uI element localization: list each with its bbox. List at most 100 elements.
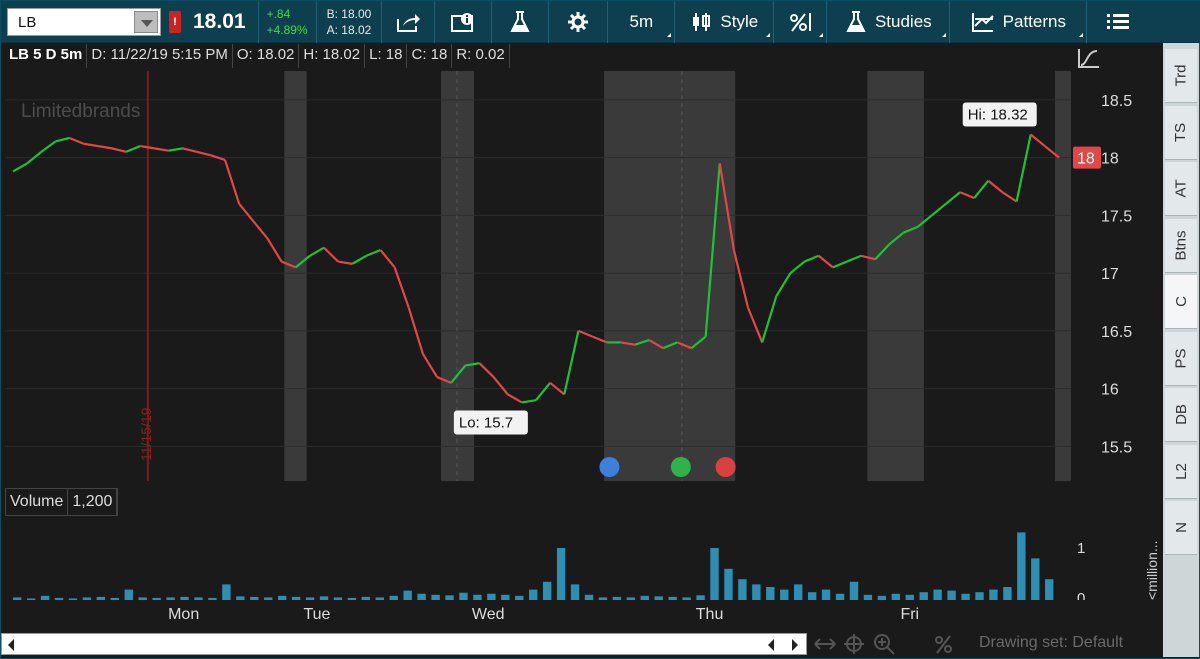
scroll-prev-icon[interactable]	[768, 639, 774, 651]
volume-bar	[640, 595, 649, 600]
price-bar	[323, 246, 339, 263]
volume-bar	[1003, 587, 1012, 600]
price-bar	[365, 248, 381, 257]
sidebar-tab-l2[interactable]: L2	[1165, 444, 1197, 499]
price-bar	[40, 140, 57, 153]
volume-bar	[389, 595, 398, 600]
volume-chart[interactable]	[5, 516, 1071, 600]
sidebar-tab-c[interactable]: C	[1165, 275, 1197, 329]
sidebar-tab-ts[interactable]: TS	[1165, 105, 1197, 160]
symbol-input[interactable]: LB	[7, 7, 161, 36]
sidebar-tab-label: C	[1172, 296, 1190, 307]
volume-bar	[68, 598, 78, 600]
ask-value: A: 18.02	[326, 22, 372, 37]
volume-label: Volume	[6, 489, 69, 515]
expand-width-icon[interactable]	[813, 635, 837, 653]
volume-bar	[584, 594, 594, 600]
info-button[interactable]	[435, 1, 491, 43]
net-change: +.84 +4.89%	[259, 6, 316, 38]
volume-bar	[752, 584, 761, 600]
patterns-button[interactable]: Patterns	[950, 1, 1086, 43]
volume-bar	[361, 596, 371, 600]
price-bar	[97, 144, 113, 150]
price-bar	[69, 136, 85, 145]
chart-style-toggle[interactable]	[1073, 45, 1109, 73]
percent-icon[interactable]	[933, 634, 957, 654]
price-bar	[846, 254, 862, 263]
price-bar	[732, 249, 750, 309]
extended-hours-band	[867, 71, 924, 481]
time-tick-label: Wed	[472, 606, 505, 623]
price-bar	[223, 159, 241, 205]
menu-button[interactable]	[1087, 1, 1149, 43]
volume-bar	[180, 596, 189, 600]
volume-bar	[975, 592, 984, 600]
volume-bar	[138, 597, 147, 600]
candlestick-icon	[693, 12, 711, 31]
volume-bar	[1031, 558, 1040, 600]
aggregation-button[interactable]: 5m	[608, 1, 674, 43]
volume-bar	[598, 597, 608, 600]
sidebar-tab-btns[interactable]: Btns	[1165, 218, 1197, 273]
price-bar	[351, 254, 367, 265]
volume-bar	[570, 584, 580, 600]
volume-bar	[445, 595, 454, 600]
volume-bar	[626, 597, 636, 600]
volume-bar	[947, 590, 956, 600]
volume-bar	[961, 593, 970, 600]
sidebar-tab-trd[interactable]: Trd	[1165, 49, 1197, 103]
scroll-next-icon[interactable]	[792, 639, 798, 651]
price-bar	[266, 237, 283, 263]
volume-bar	[347, 597, 357, 600]
sidebar-tab-n[interactable]: N	[1165, 501, 1197, 555]
sidebar-tab-db[interactable]: DB	[1165, 388, 1197, 442]
share-icon	[397, 13, 421, 32]
extended-hours-band	[284, 71, 307, 481]
style-button[interactable]: Style	[675, 1, 773, 43]
volume-bar	[989, 589, 998, 600]
lab-button[interactable]	[492, 1, 548, 43]
watermark: Limitedbrands	[21, 101, 140, 122]
price-bar	[577, 329, 593, 338]
studies-button[interactable]: Studies	[827, 1, 949, 43]
percent-button[interactable]	[774, 1, 826, 43]
zoom-icon[interactable]	[873, 633, 897, 655]
share-button[interactable]	[382, 1, 434, 43]
volume-bar	[668, 596, 677, 600]
volume-bar	[612, 596, 622, 600]
price-bar	[83, 142, 98, 148]
chart-window: LB ! 18.01 +.84 +4.89% B: 18.00 A: 18.02	[0, 0, 1200, 659]
chart-scrollbar[interactable]	[1, 633, 807, 655]
studies-label: Studies	[874, 11, 932, 31]
price-tick-label: 16.5	[1101, 324, 1132, 341]
symbol-dropdown-button[interactable]	[134, 10, 158, 33]
sidebar-tab-label: AT	[1172, 179, 1190, 198]
volume-bar	[277, 595, 287, 600]
price-bar	[1030, 133, 1046, 147]
settings-button[interactable]	[549, 1, 607, 43]
price-bar	[535, 382, 551, 401]
time-tick-label: Mon	[168, 606, 199, 623]
volume-bar	[40, 595, 50, 600]
bar-high: H: 18.02	[299, 44, 366, 68]
volume-bar	[738, 579, 747, 600]
volume-bar	[305, 597, 315, 600]
price-bar	[931, 202, 947, 217]
extended-hours-band	[604, 71, 736, 481]
crosshair-icon[interactable]	[843, 633, 865, 655]
price-chart[interactable]: Limitedbrands 11/15/19 Hi: 18.32 Lo: 15.7	[5, 71, 1071, 481]
volume-bar	[780, 589, 789, 600]
volume-bar	[724, 568, 733, 600]
volume-bar	[152, 597, 161, 600]
volume-bar	[1045, 579, 1054, 600]
drawing-set-label[interactable]: Drawing set: Default	[979, 634, 1123, 652]
alert-badge[interactable]: !	[169, 10, 181, 33]
sidebar-tab-at[interactable]: AT	[1165, 162, 1197, 216]
gear-icon	[568, 11, 589, 32]
price-bar	[309, 246, 325, 257]
price-tick-label: 18.5	[1101, 93, 1132, 110]
volume-bar	[431, 594, 440, 600]
scroll-left-icon[interactable]	[8, 639, 14, 651]
volume-tick-label: 0	[1077, 590, 1085, 600]
sidebar-tab-ps[interactable]: PS	[1165, 331, 1197, 386]
